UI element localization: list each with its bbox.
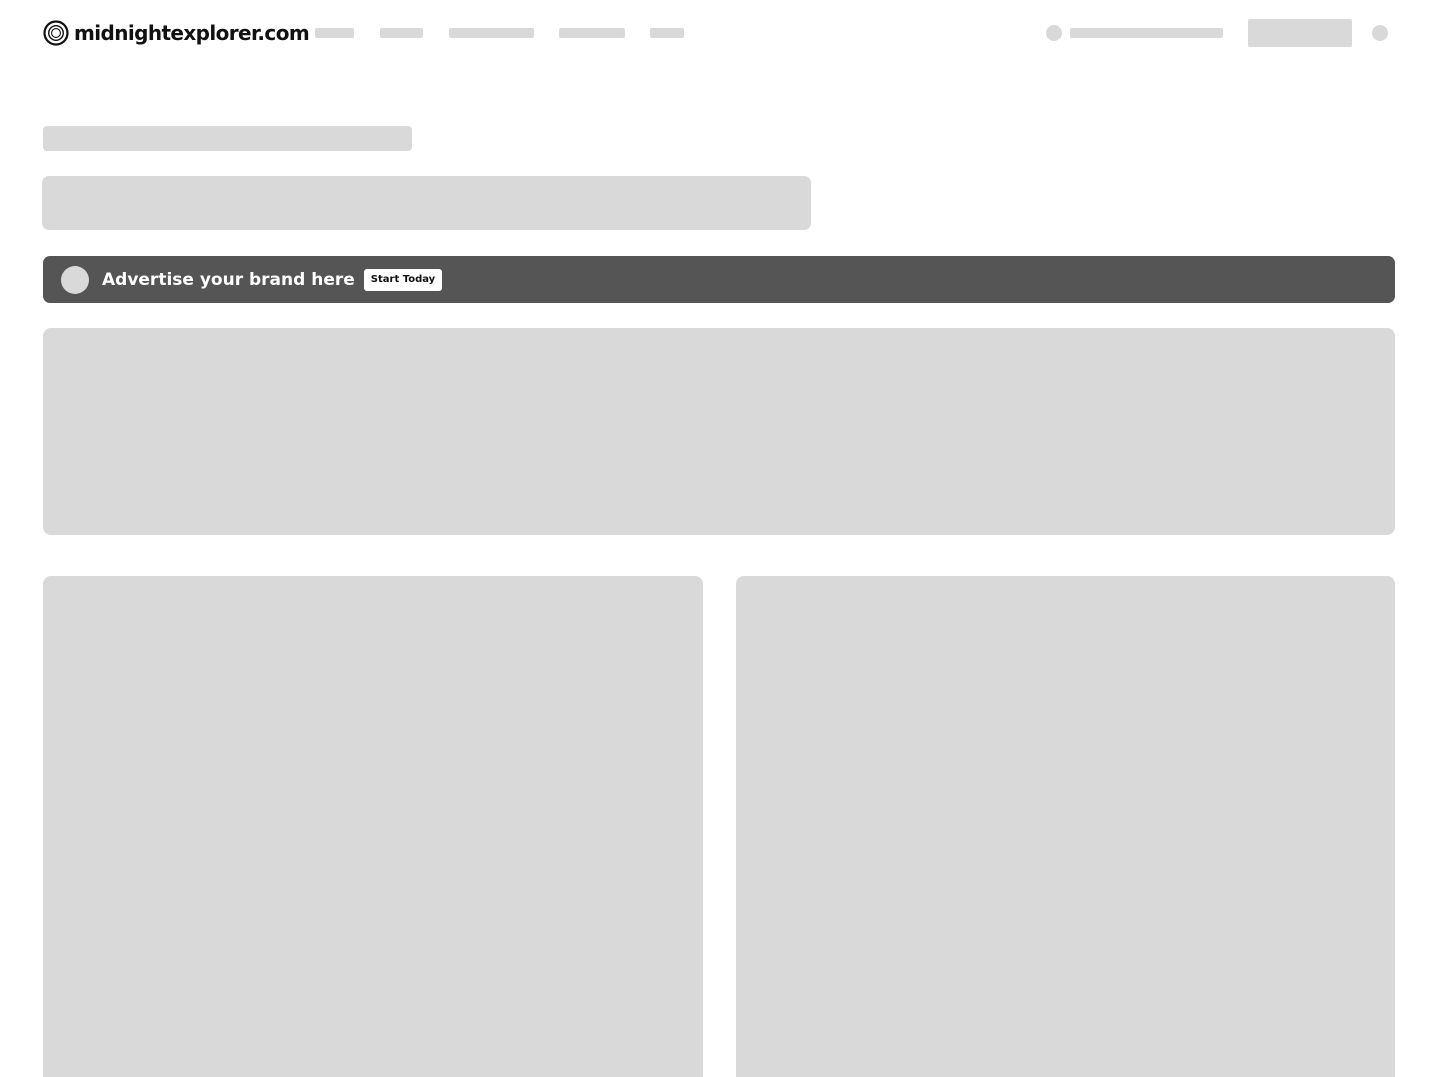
nav-item-placeholder[interactable] xyxy=(559,28,625,38)
page: midnightexplorer.com Advertise your bran… xyxy=(0,0,1436,1077)
card-placeholder-left xyxy=(43,576,703,1077)
avatar-placeholder[interactable] xyxy=(1372,25,1388,41)
page-subtitle-placeholder xyxy=(42,176,811,230)
ad-banner[interactable]: Advertise your brand here Start Today xyxy=(43,256,1395,303)
concentric-circles-icon xyxy=(43,20,69,46)
search-input-placeholder[interactable] xyxy=(1070,28,1223,38)
ad-avatar xyxy=(61,265,89,294)
search-icon-placeholder[interactable] xyxy=(1046,25,1062,41)
featured-content-placeholder xyxy=(43,328,1395,535)
nav-item-placeholder[interactable] xyxy=(315,28,354,38)
page-title-placeholder xyxy=(43,126,412,151)
start-today-button[interactable]: Start Today xyxy=(363,268,443,291)
site-logo[interactable]: midnightexplorer.com xyxy=(43,19,310,47)
nav-item-placeholder[interactable] xyxy=(449,28,534,38)
header-button-placeholder[interactable] xyxy=(1248,19,1352,47)
ad-text: Advertise your brand here xyxy=(102,269,355,290)
site-name: midnightexplorer.com xyxy=(74,21,310,45)
card-placeholder-right xyxy=(736,576,1395,1077)
nav-item-placeholder[interactable] xyxy=(650,28,684,38)
nav-item-placeholder[interactable] xyxy=(380,28,423,38)
